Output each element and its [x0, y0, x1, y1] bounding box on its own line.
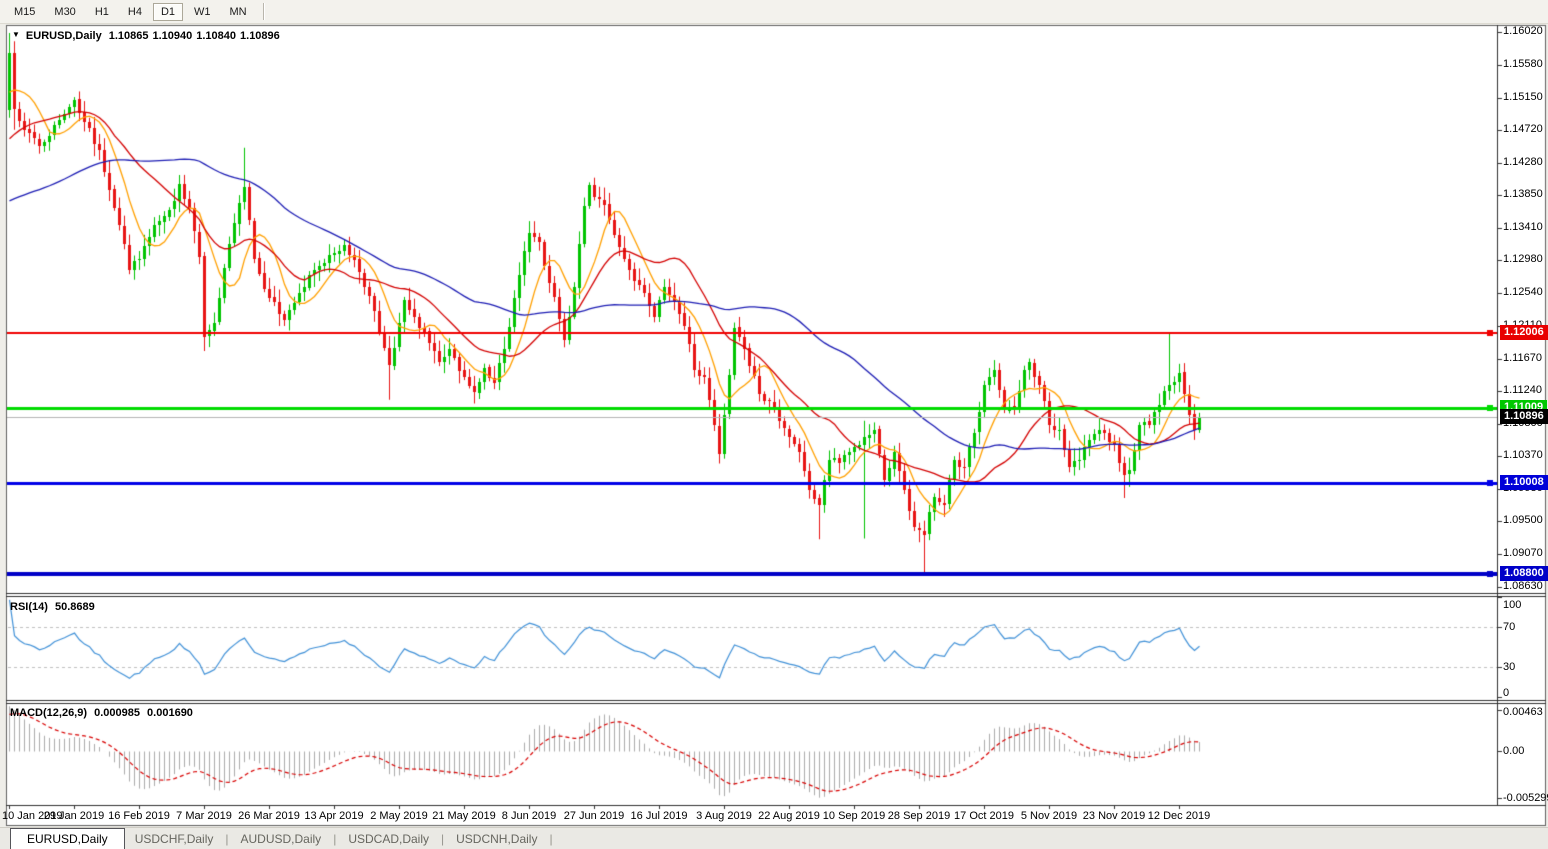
rsi-axis-label: 0 [1503, 687, 1509, 700]
chart-tab-usdcnh[interactable]: USDCNH,Daily [446, 828, 547, 849]
quote-low: 1.10840 [196, 30, 236, 42]
price-axis-label: 1.15580 [1503, 58, 1543, 71]
rsi-value: 50.8689 [55, 601, 95, 613]
price-axis-label: 1.14280 [1503, 156, 1543, 169]
date-axis-label: 3 Aug 2019 [696, 810, 752, 822]
chart-tab-audusd[interactable]: AUDUSD,Daily [231, 828, 332, 849]
chart-tab-usdcad[interactable]: USDCAD,Daily [338, 828, 439, 849]
macd-name: MACD(12,26,9) [10, 707, 87, 719]
macd-axis-label: 0.00463 [1503, 706, 1543, 719]
tab-separator: | [547, 828, 554, 849]
tab-separator: | [439, 828, 446, 849]
timeframe-button-w1[interactable]: W1 [186, 3, 219, 21]
price-axis-label: 1.11670 [1503, 352, 1542, 365]
date-axis-label: 2 May 2019 [370, 810, 427, 822]
price-axis-label: 1.13850 [1503, 188, 1543, 201]
tab-separator: | [223, 828, 230, 849]
date-axis-label: 16 Jul 2019 [631, 810, 688, 822]
rsi-axis-label: 70 [1503, 621, 1515, 634]
macd-indicator-label: MACD(12,26,9) 0.000985 0.001690 [10, 707, 193, 719]
rsi-axis-label: 100 [1503, 599, 1521, 612]
macd-axis-label: -0.005299 [1503, 792, 1548, 805]
price-line-badge: 1.08800 [1500, 566, 1548, 581]
price-axis-label: 1.15150 [1503, 91, 1543, 104]
date-axis-label: 7 Mar 2019 [176, 810, 232, 822]
chart-tab-usdchf[interactable]: USDCHF,Daily [125, 828, 224, 849]
quote-high: 1.10940 [152, 30, 192, 42]
price-axis-label: 1.16020 [1503, 25, 1543, 38]
price-line-badge: 1.10008 [1500, 475, 1548, 490]
macd-main-value: 0.000985 [94, 707, 140, 719]
chart-tab-bar: EURUSD,DailyUSDCHF,Daily|AUDUSD,Daily|US… [0, 827, 1548, 849]
timeframe-button-m30[interactable]: M30 [46, 3, 83, 21]
timeframe-toolbar: M15M30H1H4D1W1MN [0, 0, 1548, 24]
price-axis-label: 1.08630 [1503, 580, 1543, 593]
date-axis-label: 27 Jun 2019 [564, 810, 625, 822]
date-axis-label: 5 Nov 2019 [1021, 810, 1077, 822]
quote-close: 1.10896 [240, 30, 280, 42]
date-axis-label: 22 Aug 2019 [758, 810, 820, 822]
price-line-badge: 1.10896 [1500, 409, 1548, 424]
date-axis-label: 16 Feb 2019 [108, 810, 170, 822]
date-axis-label: 28 Sep 2019 [888, 810, 950, 822]
chart-symbol-label: EURUSD,Daily [26, 30, 102, 42]
macd-signal-value: 0.001690 [147, 707, 193, 719]
timeframe-button-m15[interactable]: M15 [6, 3, 43, 21]
price-line-badge: 1.12006 [1500, 325, 1548, 340]
tab-separator: | [331, 828, 338, 849]
date-axis-label: 13 Apr 2019 [304, 810, 363, 822]
macd-axis-label: 0.00 [1503, 745, 1524, 758]
quote-open: 1.10865 [109, 30, 149, 42]
timeframe-button-mn[interactable]: MN [222, 3, 255, 21]
chart-title: ▼ EURUSD,Daily 1.108651.10940 1.10840 1.1089… [12, 30, 280, 42]
timeframe-button-d1[interactable]: D1 [153, 3, 183, 21]
price-axis-label: 1.14720 [1503, 123, 1543, 136]
toolbar-separator [263, 3, 265, 20]
price-axis-label: 1.09070 [1503, 547, 1543, 560]
chart-collapse-icon[interactable]: ▼ [12, 30, 20, 39]
rsi-name: RSI(14) [10, 601, 48, 613]
price-axis-label: 1.12540 [1503, 286, 1543, 299]
date-axis-label: 8 Jun 2019 [502, 810, 556, 822]
timeframe-button-h4[interactable]: H4 [120, 3, 150, 21]
rsi-axis-label: 30 [1503, 661, 1515, 674]
price-axis-label: 1.11240 [1503, 384, 1542, 397]
price-axis-label: 1.13410 [1503, 221, 1543, 234]
price-axis-label: 1.12980 [1503, 253, 1543, 266]
application-window: M15M30H1H4D1W1MN ▼EURUSD,Daily1.108651.1… [0, 0, 1548, 849]
date-axis-label: 12 Dec 2019 [1148, 810, 1210, 822]
date-axis-label: 23 Nov 2019 [1083, 810, 1145, 822]
timeframe-button-group: M15M30H1H4D1W1MN [6, 3, 258, 21]
chart-tab-eurusd[interactable]: EURUSD,Daily [10, 828, 125, 849]
date-axis-label: 26 Mar 2019 [238, 810, 300, 822]
date-axis-label: 10 Sep 2019 [823, 810, 885, 822]
date-axis-label: 21 May 2019 [432, 810, 496, 822]
price-axis-label: 1.10370 [1503, 449, 1543, 462]
price-axis-label: 1.09500 [1503, 514, 1543, 527]
rsi-indicator-label: RSI(14) 50.8689 [10, 601, 95, 613]
price-chart-canvas[interactable] [0, 0, 1548, 849]
timeframe-button-h1[interactable]: H1 [87, 3, 117, 21]
date-axis-label: 17 Oct 2019 [954, 810, 1014, 822]
date-axis-label: 29 Jan 2019 [44, 810, 105, 822]
